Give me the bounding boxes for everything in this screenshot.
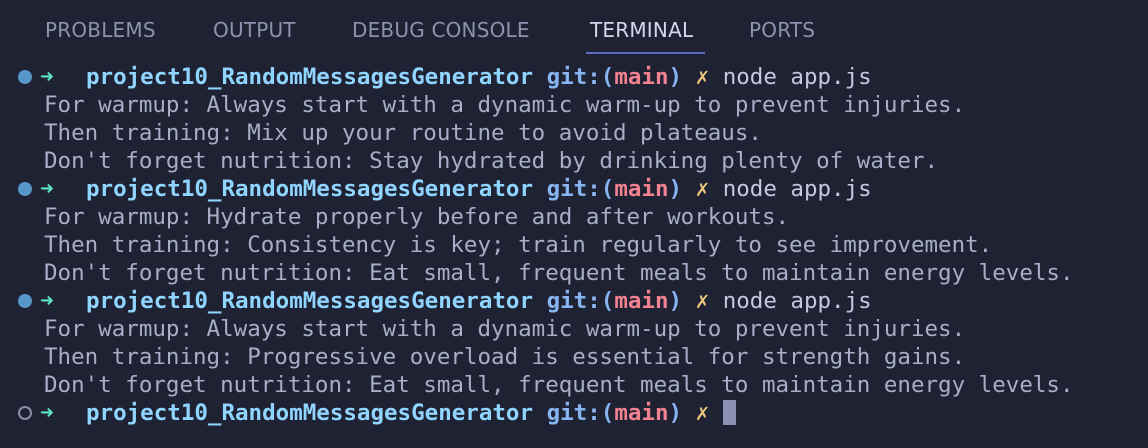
prompt-git-close: ) — [668, 400, 683, 426]
output-line: Don't forget nutrition: Eat small, frequ… — [44, 260, 1074, 286]
dirty-mark-icon: ✗ — [695, 176, 710, 202]
terminal-panel: PROBLEMS OUTPUT DEBUG CONSOLE TERMINAL P… — [0, 0, 1148, 448]
prompt-branch: main — [614, 64, 669, 90]
prompt-arrow-icon: ➜ — [40, 64, 54, 90]
prompt-arrow-icon: ➜ — [40, 288, 54, 314]
dirty-mark-icon: ✗ — [695, 64, 710, 90]
command-success-decoration-icon[interactable] — [18, 182, 32, 196]
command-text: node app.js — [722, 288, 872, 314]
panel-tab-bar: PROBLEMS OUTPUT DEBUG CONSOLE TERMINAL P… — [0, 0, 1148, 62]
prompt-git-close: ) — [668, 176, 683, 202]
output-line: Then training: Mix up your routine to av… — [44, 120, 762, 146]
tab-output[interactable]: OUTPUT — [213, 18, 296, 42]
output-line: For warmup: Always start with a dynamic … — [44, 92, 966, 118]
command-success-decoration-icon[interactable] — [18, 70, 32, 84]
terminal-output[interactable]: ➜ project10_RandomMessagesGenerator git:… — [0, 63, 1148, 427]
prompt-git-close: ) — [668, 64, 683, 90]
terminal-cursor[interactable] — [722, 400, 736, 425]
output-line: Then training: Consistency is key; train… — [44, 232, 993, 258]
command-text: node app.js — [722, 64, 872, 90]
output-line: Don't forget nutrition: Eat small, frequ… — [44, 372, 1074, 398]
command-success-decoration-icon[interactable] — [18, 294, 32, 308]
prompt-git-open: git:( — [546, 288, 615, 314]
output-line: Then training: Progressive overload is e… — [44, 344, 966, 370]
tab-terminal[interactable]: TERMINAL — [590, 18, 693, 42]
prompt-directory: project10_RandomMessagesGenerator — [86, 64, 534, 90]
prompt-arrow-icon: ➜ — [40, 176, 54, 202]
prompt-line: ➜ project10_RandomMessagesGenerator git:… — [0, 63, 1148, 91]
prompt-directory: project10_RandomMessagesGenerator — [86, 400, 534, 426]
prompt-git-close: ) — [668, 288, 683, 314]
prompt-line: ➜ project10_RandomMessagesGenerator git:… — [0, 175, 1148, 203]
tab-problems[interactable]: PROBLEMS — [45, 18, 156, 42]
prompt-directory: project10_RandomMessagesGenerator — [86, 176, 534, 202]
prompt-directory: project10_RandomMessagesGenerator — [86, 288, 534, 314]
prompt-git-open: git:( — [546, 400, 615, 426]
prompt-git-open: git:( — [546, 64, 615, 90]
tab-debug-console[interactable]: DEBUG CONSOLE — [352, 18, 530, 42]
prompt-git-open: git:( — [546, 176, 615, 202]
command-text: node app.js — [722, 176, 872, 202]
prompt-arrow-icon: ➜ — [40, 400, 54, 426]
output-line: For warmup: Always start with a dynamic … — [44, 316, 966, 342]
active-prompt-line[interactable]: ➜ project10_RandomMessagesGenerator git:… — [0, 399, 1148, 427]
active-tab-indicator — [586, 52, 705, 54]
prompt-branch: main — [614, 176, 669, 202]
output-line: For warmup: Hydrate properly before and … — [44, 204, 790, 230]
dirty-mark-icon: ✗ — [695, 288, 710, 314]
output-line: Don't forget nutrition: Stay hydrated by… — [44, 148, 939, 174]
command-pending-decoration-icon — [18, 406, 32, 420]
tab-ports[interactable]: PORTS — [749, 18, 815, 42]
prompt-branch: main — [614, 288, 669, 314]
prompt-line: ➜ project10_RandomMessagesGenerator git:… — [0, 287, 1148, 315]
prompt-branch: main — [614, 400, 669, 426]
dirty-mark-icon: ✗ — [695, 400, 710, 426]
